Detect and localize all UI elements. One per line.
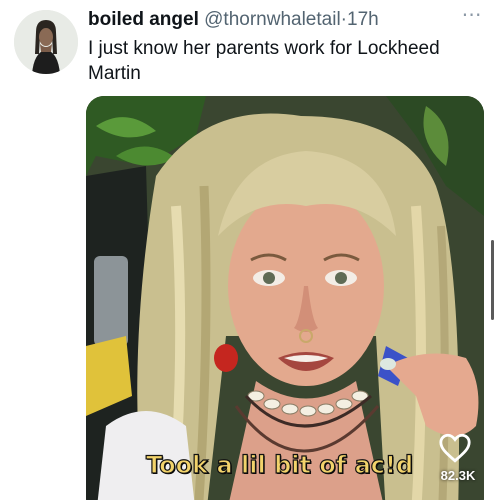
more-horizontal-icon[interactable]: ⋯ <box>460 5 484 26</box>
user-handle[interactable]: @thornwhaletail <box>204 9 341 30</box>
avatar[interactable] <box>14 10 78 74</box>
timestamp[interactable]: 17h <box>347 9 379 30</box>
like-count: 82.3K <box>440 468 476 483</box>
display-name[interactable]: boiled angel <box>88 9 199 30</box>
heart-outline-icon[interactable] <box>438 432 472 464</box>
video-caption: Took a lil bit of ac!d <box>145 450 414 479</box>
avatar-image <box>14 10 78 74</box>
tweet-card[interactable]: boiled angel @thornwhaletail·17h ⋯ I jus… <box>0 0 500 500</box>
tweet-media-video[interactable]: Took a lil bit of ac!d 82.3K <box>86 96 484 500</box>
scrollbar[interactable] <box>491 240 494 320</box>
tweet-header: boiled angel @thornwhaletail·17h <box>88 9 379 31</box>
video-frame <box>86 96 484 500</box>
tweet-text: I just know her parents work for Lockhee… <box>88 38 440 84</box>
